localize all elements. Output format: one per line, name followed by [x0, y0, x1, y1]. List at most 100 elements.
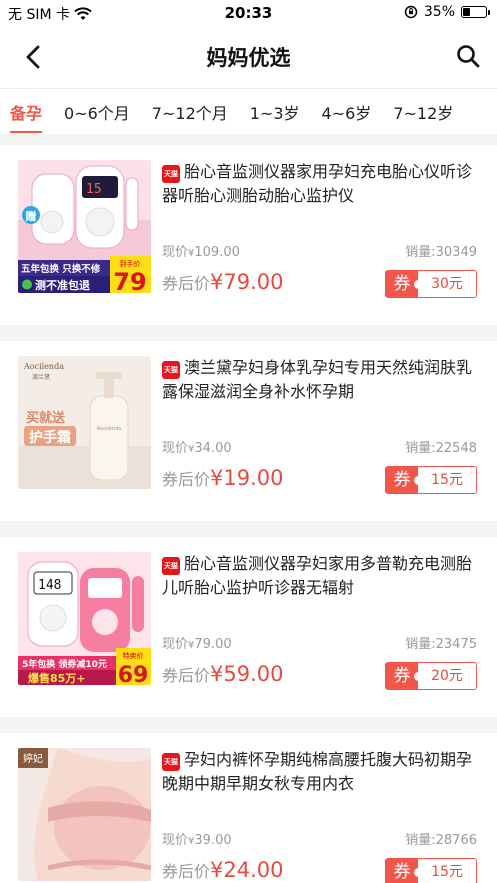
after-coupon-row: 券后价¥19.00 券 15元 — [162, 466, 477, 494]
product-title-text: 澳兰黛孕妇身体乳孕妇专用天然纯润肤乳露保湿滋润全身补水怀孕期 — [162, 358, 473, 401]
product-title[interactable]: 天猫 胎心音监测仪器家用孕妇充电胎心仪听诊器听胎心测胎动胎心监护仪 — [162, 160, 477, 208]
orientation-lock-icon — [404, 5, 418, 19]
original-price: 109.00 — [194, 245, 240, 260]
thumb-text-line2: 爆售85万+ — [28, 671, 86, 685]
after-coupon-currency: ¥ — [210, 466, 224, 490]
product-info: 天猫 胎心音监测仪器家用孕妇充电胎心仪听诊器听胎心测胎动胎心监护仪 现价 ¥109.… — [162, 160, 477, 310]
coupon-tag: 券 — [386, 663, 423, 689]
after-coupon-currency: ¥ — [210, 270, 224, 294]
product-image[interactable]: 148 5年包换 领券减10元 爆售85万+ 特卖价 69 — [18, 552, 151, 685]
thumb-promo-label: 特卖价 — [123, 651, 144, 660]
tmall-badge: 天猫 — [162, 361, 180, 379]
search-icon — [457, 45, 480, 68]
tab-0-6-months[interactable]: 0~6个月 — [64, 100, 130, 124]
coupon-button[interactable]: 券 15元 — [385, 858, 477, 883]
coupon-amount: 15元 — [431, 864, 463, 880]
after-coupon-currency: ¥ — [210, 858, 224, 882]
product-title[interactable]: 天猫 孕妇内裤怀孕期纯棉高腰托腹大码初期孕晚期中期早期女秋专用内衣 — [162, 748, 477, 796]
thumb-brand-cn: 澳兰黛 — [32, 373, 50, 381]
product-image[interactable]: 15 赠 五年包换 只换不修 测不准包退 到手价 79 — [18, 160, 151, 293]
status-bar: 无 SIM 卡 20:33 35% — [0, 0, 497, 26]
after-coupon-row: 券后价¥59.00 券 20元 — [162, 662, 477, 690]
price-label: 现价 — [162, 245, 189, 260]
product-image[interactable]: Aocilenda 澳兰黛 Aocilenda 买就送 护手霜 — [18, 356, 151, 489]
tmall-badge: 天猫 — [162, 753, 180, 771]
after-coupon-label: 券后价 — [162, 862, 211, 881]
price-label: 现价 — [162, 441, 189, 456]
thumb-promo-line1: 买就送 — [26, 410, 66, 426]
product-title-text: 孕妇内裤怀孕期纯棉高腰托腹大码初期孕晚期中期早期女秋专用内衣 — [162, 750, 473, 793]
coupon-button[interactable]: 券 20元 — [385, 662, 477, 690]
thumb-promo-price: 79 — [113, 268, 146, 293]
thumb-promo-price: 69 — [118, 663, 149, 685]
after-coupon-price: 19.00 — [223, 466, 284, 490]
product-title[interactable]: 天猫 澳兰黛孕妇身体乳孕妇专用天然纯润肤乳露保湿滋润全身补水怀孕期 — [162, 356, 477, 404]
product-title-text: 胎心音监测仪器家用孕妇充电胎心仪听诊器听胎心测胎动胎心监护仪 — [162, 162, 473, 205]
battery-icon — [461, 6, 490, 18]
coupon-tag: 券 — [386, 271, 423, 297]
original-price: 34.00 — [194, 441, 232, 456]
product-card[interactable]: 148 5年包换 领券减10元 爆售85万+ 特卖价 69 天猫 胎心音监测仪器孕… — [0, 537, 497, 717]
original-price: 39.00 — [194, 833, 232, 848]
price-label: 现价 — [162, 637, 189, 652]
page-title: 妈妈优选 — [206, 46, 291, 70]
tmall-badge: 天猫 — [162, 557, 180, 575]
battery-percent: 35% — [423, 4, 455, 20]
coupon-amount: 15元 — [431, 472, 463, 488]
product-info: 天猫 澳兰黛孕妇身体乳孕妇专用天然纯润肤乳露保湿滋润全身补水怀孕期 现价¥34.0… — [162, 356, 477, 506]
thumb-promo-line2: 护手霜 — [29, 429, 71, 446]
product-card[interactable]: 婷妃 天猫 孕妇内裤怀孕期纯棉高腰托腹大码初期孕晚期中期早期女秋专用内衣 现价¥3… — [0, 733, 497, 883]
category-tabs: 备孕 0~6个月 7~12个月 1~3岁 4~6岁 7~12岁 — [0, 88, 497, 134]
product-title[interactable]: 天猫 胎心音监测仪器孕妇家用多普勒充电测胎儿听胎心监护听诊器无辐射 — [162, 552, 477, 600]
battery-group: 35% — [404, 4, 490, 20]
tab-7-12-months[interactable]: 7~12个月 — [152, 100, 228, 124]
coupon-button[interactable]: 券 30元 — [385, 270, 477, 298]
body-lotion-image: Aocilenda 澳兰黛 Aocilenda 买就送 护手霜 — [18, 356, 151, 489]
product-card[interactable]: 15 赠 五年包换 只换不修 测不准包退 到手价 79 天猫 胎心音监测仪器家用孕… — [0, 145, 497, 325]
coupon-amount: 20元 — [431, 668, 463, 684]
original-price: 79.00 — [194, 637, 232, 652]
sales-count: 销量:30349 — [405, 245, 477, 260]
after-coupon-row: 券后价¥79.00 券 30元 — [162, 270, 477, 298]
after-coupon-price: 24.00 — [223, 858, 284, 882]
svg-text:Aocilenda: Aocilenda — [97, 426, 121, 432]
thumb-text-line1: 五年包换 只换不修 — [21, 263, 101, 275]
sales-count: 销量:23475 — [405, 637, 477, 652]
product-title-text: 胎心音监测仪器孕妇家用多普勒充电测胎儿听胎心监护听诊器无辐射 — [162, 554, 473, 597]
thumb-text-line1: 5年包换 领券减10元 — [22, 658, 107, 670]
thumb-promo-label: 到手价 — [120, 259, 141, 268]
svg-text:15: 15 — [86, 182, 102, 197]
after-coupon-label: 券后价 — [162, 470, 211, 489]
thumb-brand: 婷妃 — [23, 752, 43, 765]
svg-text:148: 148 — [38, 578, 61, 593]
product-image[interactable]: 婷妃 — [18, 748, 151, 881]
tab-1-3-years[interactable]: 1~3岁 — [250, 100, 300, 124]
after-coupon-row: 券后价¥24.00 券 15元 — [162, 858, 477, 883]
tmall-badge: 天猫 — [162, 165, 180, 183]
tab-4-6-years[interactable]: 4~6岁 — [322, 100, 372, 124]
thumb-brand: Aocilenda — [23, 362, 64, 371]
coupon-tag: 券 — [386, 467, 423, 493]
after-coupon-label: 券后价 — [162, 274, 211, 293]
sales-count: 销量:28766 — [405, 833, 477, 848]
coupon-button[interactable]: 券 15元 — [385, 466, 477, 494]
sales-count: 销量:22548 — [405, 441, 477, 456]
product-card[interactable]: Aocilenda 澳兰黛 Aocilenda 买就送 护手霜 天猫 澳兰黛孕妇身… — [0, 341, 497, 521]
price-row: 现价¥39.00 销量:28766 — [162, 829, 477, 848]
gift-label: 赠 — [26, 209, 37, 223]
price-row: 现价¥34.00 销量:22548 — [162, 437, 477, 456]
price-label: 现价 — [162, 833, 189, 848]
fetal-doppler-image: 148 5年包换 领券减10元 爆售85万+ 特卖价 69 — [18, 552, 151, 685]
tab-7-12-years[interactable]: 7~12岁 — [393, 100, 453, 124]
after-coupon-price: 59.00 — [223, 662, 284, 686]
product-info: 天猫 孕妇内裤怀孕期纯棉高腰托腹大码初期孕晚期中期早期女秋专用内衣 现价¥39.0… — [162, 748, 477, 883]
price-row: 现价¥79.00 销量:23475 — [162, 633, 477, 652]
coupon-amount: 30元 — [431, 276, 463, 292]
thumb-text-line2: 测不准包退 — [35, 278, 90, 292]
coupon-tag: 券 — [386, 859, 423, 883]
after-coupon-label: 券后价 — [162, 666, 211, 685]
search-button[interactable] — [453, 41, 483, 71]
after-coupon-price: 79.00 — [223, 270, 284, 294]
maternity-underwear-image: 婷妃 — [18, 748, 151, 881]
tab-prepregnancy[interactable]: 备孕 — [10, 100, 43, 133]
